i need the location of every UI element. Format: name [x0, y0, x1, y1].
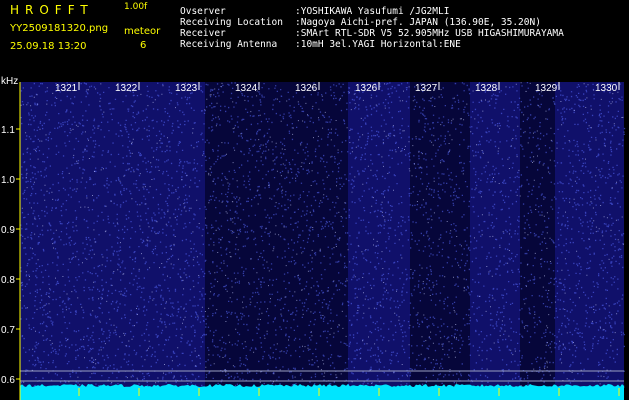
version-label: 1.00f [124, 2, 148, 12]
y-tick-label: 1.1 [1, 125, 15, 136]
dark-band [205, 82, 348, 390]
info-key: Ovserver [180, 6, 226, 17]
x-tick-label: 1322 [115, 83, 138, 94]
info-row-antenna: Receiving Antenna :10mH 3el.YAGI Horizon… [180, 39, 564, 50]
x-tick-label: 1329 [535, 83, 558, 94]
dark-band [410, 82, 470, 390]
x-tick-label: 1324 [235, 83, 258, 94]
x-tick-label: 1326 [355, 83, 378, 94]
spectrogram-canvas: kHz 1.1 1.0 0.9 0.8 0.7 0.6 1321 1322 1323 1324 132… [1, 76, 626, 400]
datetime-label: 25.09.18 13:20 [10, 41, 87, 52]
y-tick-label: 0.7 [1, 325, 15, 336]
y-axis-unit: kHz [1, 76, 18, 87]
x-tick-label: 1327 [415, 83, 438, 94]
info-row-receiver: Receiver :SMArt RTL-SDR V5 52.905MHz USB… [180, 28, 564, 39]
spectrogram-plot: kHz 1.1 1.0 0.9 0.8 0.7 0.6 1321 1322 1323 1324 132… [0, 72, 629, 400]
x-tick-label: 1328 [475, 83, 498, 94]
x-tick-label: 1330 [595, 83, 618, 94]
filename-label: YY2509181320.png [10, 23, 109, 34]
x-tick-label: 1321 [55, 83, 78, 94]
info-value: :YOSHIKAWA Yasufumi /JG2MLI [295, 6, 450, 17]
y-tick-label: 0.8 [1, 275, 15, 286]
x-tick-label: 1326 [295, 83, 318, 94]
info-value: :10mH 3el.YAGI Horizontal:ENE [295, 39, 461, 50]
info-key: Receiver [180, 28, 226, 39]
info-key: Receiving Antenna [180, 39, 278, 50]
baseline-trace [20, 384, 624, 400]
station-info: Ovserver :YOSHIKAWA Yasufumi /JG2MLI Rec… [180, 6, 564, 50]
y-tick-label: 0.6 [1, 375, 15, 386]
info-row-location: Receiving Location :Nagoya Aichi-pref. J… [180, 17, 564, 28]
y-tick-label: 0.9 [1, 225, 15, 236]
header-panel: HROFFT 1.00f YY2509181320.png 25.09.18 1… [0, 0, 629, 72]
meteor-count: 6 [140, 40, 147, 51]
info-key: Receiving Location [180, 17, 283, 28]
info-value: :Nagoya Aichi-pref. JAPAN (136.90E, 35.2… [295, 17, 541, 28]
x-tick-label: 1323 [175, 83, 198, 94]
info-row-observer: Ovserver :YOSHIKAWA Yasufumi /JG2MLI [180, 6, 564, 17]
y-tick-label: 1.0 [1, 175, 15, 186]
app-title: HROFFT [10, 3, 94, 17]
meteor-label: meteor [124, 26, 161, 37]
info-value: :SMArt RTL-SDR V5 52.905MHz USB HIGASHIM… [295, 28, 564, 39]
